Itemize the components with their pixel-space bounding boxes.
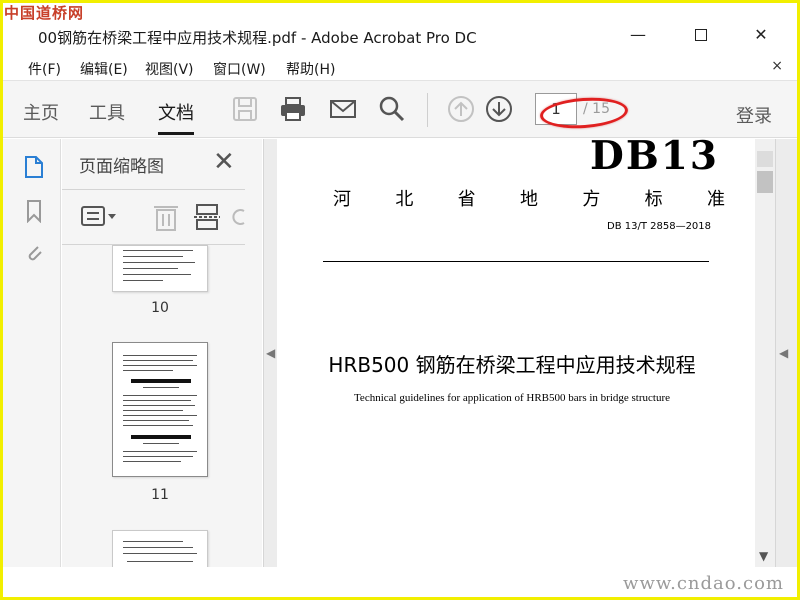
next-page-icon[interactable] — [485, 95, 513, 123]
search-icon[interactable] — [378, 95, 406, 123]
toolbar: 主页 工具 文档 1 / 15 登录 — [3, 80, 797, 138]
title-bar: 00钢筋在桥梁工程中应用技术规程.pdf - Adobe Acrobat Pro… — [3, 3, 797, 55]
right-panel-splitter[interactable]: ◀ — [775, 139, 797, 567]
login-button[interactable]: 登录 — [736, 102, 772, 128]
bookmark-icon[interactable] — [23, 199, 45, 223]
thumbnail-panel: 页面缩略图 ✕ 10 11 — [62, 139, 313, 570]
document-title: HRB500 钢筋在桥梁工程中应用技术规程 — [328, 353, 696, 377]
close-panel-button[interactable]: ✕ — [213, 147, 235, 177]
standard-category: 河 北 省 地 方 标 准 — [333, 189, 725, 210]
insert-page-icon[interactable] — [194, 201, 220, 233]
email-icon[interactable] — [329, 95, 357, 123]
save-icon[interactable] — [231, 95, 259, 123]
menu-file[interactable]: 件(F) — [28, 59, 61, 79]
scroll-down-icon[interactable]: ▼ — [759, 549, 768, 563]
rotate-page-icon[interactable] — [232, 201, 246, 233]
navigation-rail — [3, 139, 61, 567]
thumbnail-toolbar — [62, 189, 245, 245]
attachment-icon[interactable] — [23, 241, 45, 265]
thumbnail-label: 11 — [151, 487, 169, 503]
document-view: DB13 河 北 省 地 方 标 准 DB 13/T 2858—2018 HRB… — [277, 139, 797, 567]
watermark-top-left: 中国道桥网 — [4, 4, 85, 22]
menu-edit[interactable]: 编辑(E) — [80, 59, 128, 79]
document-scrollbar[interactable]: ▼ — [755, 139, 775, 567]
tab-tools[interactable]: 工具 — [89, 99, 125, 125]
thumbnail-page-10[interactable] — [112, 245, 208, 292]
maximize-icon — [695, 29, 707, 41]
thumbnail-options-icon[interactable] — [80, 201, 120, 233]
menu-help[interactable]: 帮助(H) — [286, 59, 335, 79]
tab-home[interactable]: 主页 — [23, 99, 59, 125]
document-scrollbar-thumb[interactable] — [757, 171, 773, 193]
menu-close-button[interactable]: × — [771, 58, 783, 74]
close-window-button[interactable]: ✕ — [746, 25, 776, 47]
standard-code: DB13 — [590, 139, 720, 179]
collapse-panel-icon[interactable]: ◀ — [266, 346, 275, 360]
expand-right-panel-icon[interactable]: ◀ — [779, 346, 788, 360]
minimize-button[interactable]: — — [623, 25, 653, 47]
page-thumbnails-icon[interactable] — [23, 155, 45, 179]
delete-page-icon[interactable] — [152, 201, 180, 233]
panel-splitter[interactable]: ◀ — [263, 139, 277, 567]
watermark-bottom-right: www.cndao.com — [623, 573, 784, 594]
toolbar-separator — [427, 93, 428, 127]
standard-number: DB 13/T 2858—2018 — [607, 221, 712, 232]
thumbnail-label: 10 — [151, 300, 169, 316]
thumbnail-panel-title: 页面缩略图 — [79, 157, 164, 177]
thumbnail-page-12[interactable] — [112, 530, 208, 570]
scroll-up-button[interactable] — [757, 151, 773, 167]
menu-window[interactable]: 窗口(W) — [213, 59, 266, 79]
menu-view[interactable]: 视图(V) — [145, 59, 194, 79]
document-subtitle: Technical guidelines for application of … — [353, 392, 670, 404]
window-title: 00钢筋在桥梁工程中应用技术规程.pdf - Adobe Acrobat Pro… — [38, 29, 477, 47]
maximize-button[interactable] — [686, 25, 716, 47]
tab-document[interactable]: 文档 — [158, 99, 194, 135]
divider-line — [323, 261, 709, 262]
thumbnail-page-11[interactable] — [112, 342, 208, 477]
menu-bar: 件(F) 编辑(E) 视图(V) 窗口(W) 帮助(H) × — [3, 56, 797, 80]
previous-page-icon[interactable] — [447, 95, 475, 123]
print-icon[interactable] — [279, 95, 307, 123]
